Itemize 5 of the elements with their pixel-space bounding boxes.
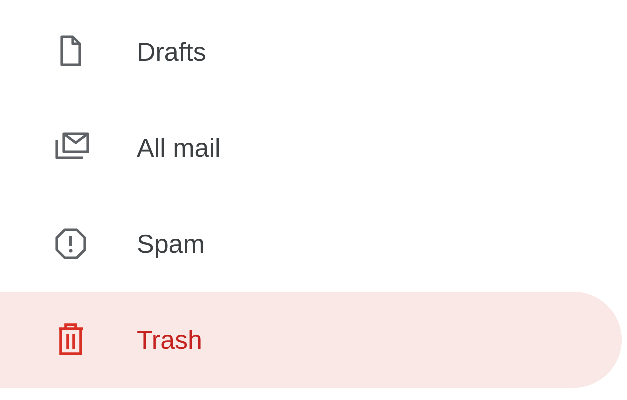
nav-item[interactable]: All mail [0, 100, 622, 196]
nav-item[interactable]: Trash [0, 292, 622, 388]
nav-item[interactable]: Drafts [0, 4, 622, 100]
alert-octagon-icon [53, 226, 89, 262]
nav-item[interactable]: Spam [0, 196, 622, 292]
